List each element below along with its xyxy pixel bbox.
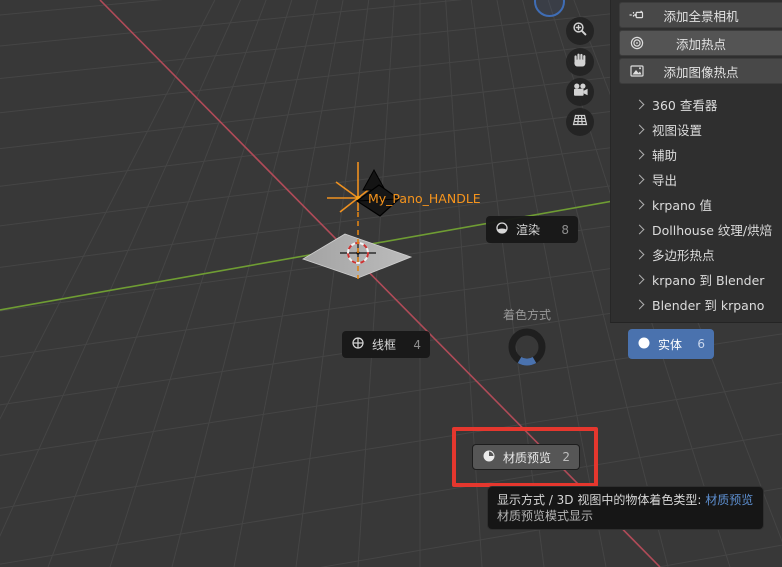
sidebar-section-blender-to-krpano[interactable]: Blender 到 krpano [611,292,782,317]
pie-item-shortcut: 8 [561,222,569,237]
object-label: My_Pano_HANDLE [368,191,481,206]
chevron-right-icon [634,149,645,160]
chevron-right-icon [634,174,645,185]
blender-3d-viewport: My_Pano_HANDLE 着色方式 渲染 8 线框 4 实体 6 材质预览 … [0,0,782,567]
add-hotspot-button[interactable]: 添加热点 [619,30,782,56]
zoom-button[interactable] [566,17,594,45]
pie-item-label: 实体 [658,337,683,352]
add-panorama-camera-button[interactable]: 添加全景相机 [619,2,782,28]
sidebar-section-view-settings[interactable]: 视图设置 [611,117,782,142]
chevron-right-icon [634,249,645,260]
hotspot-target-icon [629,35,645,51]
chevron-right-icon [634,124,645,135]
sidebar-section-krpano-to-blender[interactable]: krpano 到 Blender [611,267,782,292]
pie-item-label: 渲染 [516,223,541,237]
tooltip-enum-value: 材质预览 [705,493,754,507]
sidebar-sections: 360 查看器 视图设置 辅助 导出 krpano 值 Dollhouse 纹理… [611,92,782,317]
sidebar-section-krpano-values[interactable]: krpano 值 [611,192,782,217]
pie-item-wireframe[interactable]: 线框 4 [342,331,430,358]
zoom-in-icon [572,21,588,41]
action-label: 添加热点 [675,36,726,52]
pie-item-shortcut: 4 [413,337,421,352]
sidebar-section-360-viewer[interactable]: 360 查看器 [611,92,782,117]
wireframe-shading-icon [351,336,365,353]
orthographic-grid-icon [572,112,588,132]
pie-menu-title: 着色方式 [502,308,551,322]
tooltip: 显示方式 / 3D 视图中的物体着色类型: 材质预览 材质预览模式显示 [487,486,764,530]
image-hotspot-icon [629,63,645,79]
camera-view-button[interactable] [566,78,594,106]
sidebar-section-export[interactable]: 导出 [611,167,782,192]
tooltip-line2: 材质预览模式显示 [497,509,594,523]
chevron-right-icon [634,224,645,235]
pie-item-shortcut: 6 [697,337,705,351]
chevron-right-icon [634,99,645,110]
solid-shading-icon [637,336,651,353]
orthographic-toggle-button[interactable] [566,108,594,136]
sidebar-panel: 添加全景相机 添加热点 添加图像热点 360 查看器 视图设置 辅助 导出 kr… [610,0,782,323]
pie-item-rendered[interactable]: 渲染 8 [486,216,578,243]
rendered-shading-icon [495,221,509,238]
pan-hand-icon [572,52,588,72]
chevron-right-icon [634,199,645,210]
sidebar-section-dollhouse-bake[interactable]: Dollhouse 纹理/烘焙 [611,217,782,242]
sidebar-section-polygon-hotspot[interactable]: 多边形热点 [611,242,782,267]
action-label: 添加图像热点 [663,64,739,80]
pie-menu-direction-ring [508,328,546,366]
tooltip-line1: 显示方式 / 3D 视图中的物体着色类型: 材质预览 [497,493,754,507]
annotation-rectangle [452,427,598,487]
sidebar-section-assist[interactable]: 辅助 [611,142,782,167]
pie-item-solid[interactable]: 实体 6 [628,329,714,359]
pan-button[interactable] [566,47,594,76]
chevron-right-icon [634,274,645,285]
action-label: 添加全景相机 [663,8,739,24]
pie-item-label: 线框 [372,338,397,352]
add-image-hotspot-button[interactable]: 添加图像热点 [619,58,782,84]
panorama-camera-icon [629,7,645,23]
chevron-right-icon [634,299,645,310]
camera-view-icon [572,82,588,102]
